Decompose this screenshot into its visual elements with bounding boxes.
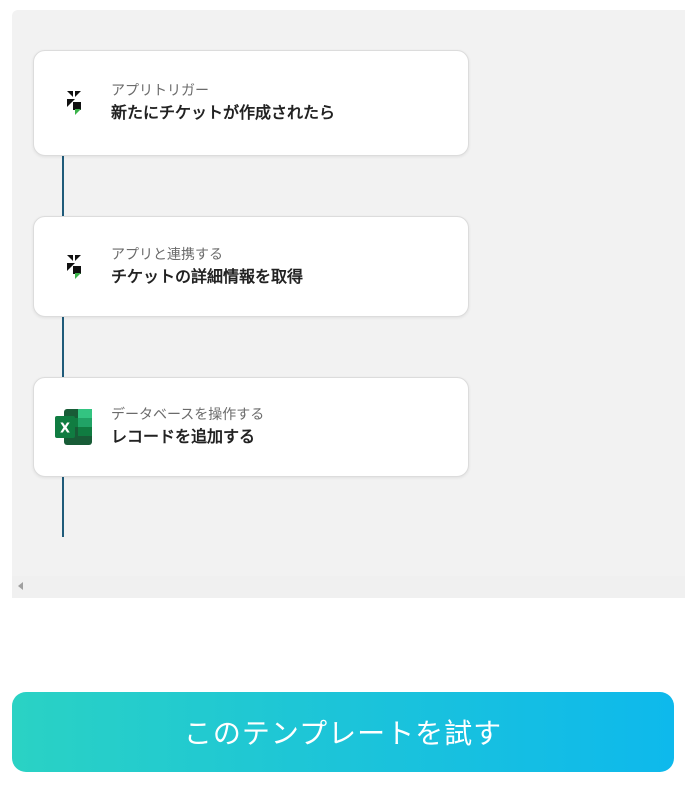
excel-icon: X — [54, 407, 94, 447]
zendesk-icon — [54, 83, 94, 123]
flow-step-app-action[interactable]: アプリと連携する チケットの詳細情報を取得 — [33, 216, 469, 317]
step-type-label: アプリトリガー — [111, 83, 209, 99]
flow-panel: アプリトリガー 新たにチケットが作成されたら アプリと連携する チケットの詳細情… — [12, 10, 685, 598]
zendesk-icon — [54, 247, 94, 287]
try-template-button[interactable]: このテンプレートを試す — [12, 692, 674, 772]
flow-connector-line — [62, 316, 64, 378]
step-type-label: データベースを操作する — [111, 407, 265, 423]
flow-connector-line — [62, 476, 64, 537]
step-text-group: データベースを操作する レコードを追加する — [111, 405, 264, 449]
scroll-left-arrow-icon[interactable] — [18, 582, 23, 590]
step-title: チケットの詳細情報を取得 — [111, 266, 304, 286]
step-title: 新たにチケットが作成されたら — [111, 103, 336, 122]
flow-step-database[interactable]: X データベースを操作する レコードを追加する — [33, 377, 469, 477]
step-text-group: アプリトリガー 新たにチケットが作成されたら — [111, 81, 335, 125]
flow-connector-line — [62, 155, 64, 217]
svg-text:X: X — [60, 422, 70, 437]
step-title: レコードを追加する — [111, 427, 256, 446]
step-text-group: アプリと連携する チケットの詳細情報を取得 — [111, 245, 303, 289]
flow-step-trigger[interactable]: アプリトリガー 新たにチケットが作成されたら — [33, 50, 469, 156]
step-type-label: アプリと連携する — [111, 246, 223, 263]
horizontal-scrollbar[interactable] — [12, 576, 685, 598]
